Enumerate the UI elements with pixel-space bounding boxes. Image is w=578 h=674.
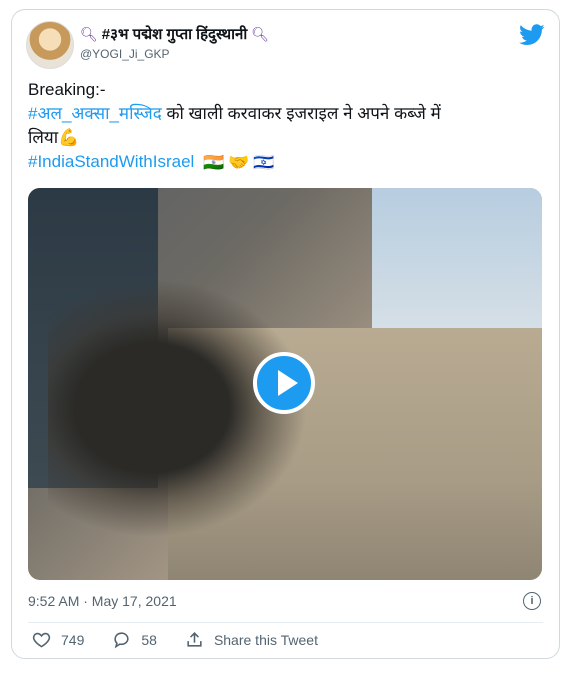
share-button[interactable]: Share this Tweet xyxy=(185,630,318,649)
play-icon[interactable] xyxy=(253,352,315,414)
author-handle[interactable]: @YOGI_Ji_GKP xyxy=(80,47,170,61)
magnifier-icon: 🔍︎ xyxy=(80,25,98,42)
like-count: 749 xyxy=(61,631,85,648)
india-flag-emoji: 🇮🇳 xyxy=(203,152,225,172)
text-line: लिया💪 xyxy=(28,128,80,147)
text-line: Breaking:- xyxy=(28,80,106,99)
video-scene-sky xyxy=(372,188,542,328)
heart-icon xyxy=(32,632,51,648)
magnifier-icon: 🔍︎ xyxy=(251,25,269,42)
avatar[interactable] xyxy=(26,21,74,69)
tweet-text: Breaking:- #अल_अक्सा_मस्जिद को खाली करवा… xyxy=(28,78,548,175)
text-line: #IndiaStandWithIsrael 🇮🇳 🤝 🇮🇱 xyxy=(28,150,548,175)
divider xyxy=(28,622,543,623)
reply-button[interactable]: 58 xyxy=(112,630,157,649)
text-line: #अल_अक्सा_मस्जिद को खाली करवाकर इजराइल न… xyxy=(28,102,548,126)
action-bar: 749 58 Share this Tweet xyxy=(32,630,346,649)
text-fragment: को खाली करवाकर इजराइल ने अपने कब्जे में xyxy=(161,104,441,123)
like-button[interactable]: 749 xyxy=(32,630,84,649)
twitter-bird-icon[interactable] xyxy=(519,24,545,46)
tweet-timestamp[interactable]: 9:52 AM · May 17, 2021 xyxy=(28,593,177,609)
reply-icon xyxy=(114,632,129,649)
share-label: Share this Tweet xyxy=(213,631,318,648)
info-icon[interactable]: i xyxy=(523,592,541,610)
author-row[interactable]: 🔍︎ #३भ पद्मेश गुप्ता हिंदुस्थानी 🔍︎ xyxy=(80,24,269,44)
share-icon xyxy=(187,632,202,647)
video-thumbnail[interactable] xyxy=(28,188,542,580)
hashtag-link[interactable]: #IndiaStandWithIsrael xyxy=(28,152,194,171)
author-name[interactable]: #३भ पद्मेश गुप्ता हिंदुस्थानी xyxy=(102,24,247,44)
israel-flag-emoji: 🇮🇱 xyxy=(253,152,275,172)
hashtag-link[interactable]: #अल_अक्सा_मस्जिद xyxy=(28,104,162,123)
reply-count: 58 xyxy=(141,631,157,648)
handshake-emoji: 🤝 xyxy=(228,152,250,172)
tweet-card: 🔍︎ #३भ पद्मेश गुप्ता हिंदुस्थानी 🔍︎ @YOG… xyxy=(11,9,560,659)
